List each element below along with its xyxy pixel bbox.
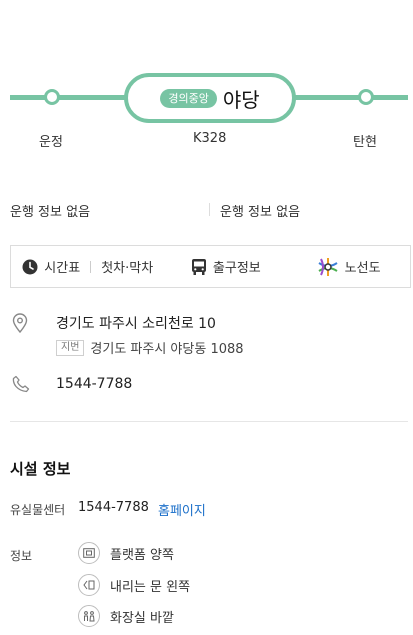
jibun-address-row: 지번 경기도 파주시 야당동 1088 <box>56 338 244 357</box>
operation-divider <box>209 203 210 216</box>
jibun-address: 경기도 파주시 야당동 1088 <box>90 342 244 357</box>
bus-icon <box>191 258 207 276</box>
restroom-icon <box>78 605 100 627</box>
info-label: 정보 <box>10 549 33 563</box>
operation-info-left: 운행 정보 없음 <box>10 205 91 220</box>
facility-item-restroom: 화장실 바깥 <box>78 605 174 627</box>
timetable-label: 시간표 <box>44 261 81 276</box>
station-name: 야당 <box>222 87 260 112</box>
facility-item-door: 내리는 문 왼쪽 <box>78 574 190 596</box>
next-station-label[interactable]: 탄현 <box>353 131 377 150</box>
operation-info: 운행 정보 없음 운행 정보 없음 <box>10 200 410 220</box>
exit-info-label: 출구정보 <box>212 261 261 276</box>
section-divider <box>10 421 408 422</box>
lost-found-label: 유실물센터 <box>10 503 66 517</box>
door-left-icon <box>78 574 100 596</box>
timetable-button[interactable]: 시간표 첫차·막차 <box>11 246 164 287</box>
prev-station-node[interactable] <box>44 89 60 105</box>
first-last-label[interactable]: 첫차·막차 <box>101 257 153 276</box>
facility-item-label: 내리는 문 왼쪽 <box>110 579 191 595</box>
road-address: 경기도 파주시 소리천로 10 <box>56 316 216 332</box>
facility-title: 시설 정보 <box>10 460 71 478</box>
facility-item-label: 화장실 바깥 <box>110 610 174 626</box>
line-track-left <box>10 95 130 100</box>
operation-info-right: 운행 정보 없음 <box>220 205 301 220</box>
next-station-node[interactable] <box>358 89 374 105</box>
line-badge: 경의중앙 <box>160 88 217 108</box>
phone-icon <box>12 375 30 397</box>
platform-icon <box>78 542 100 564</box>
prev-station-label[interactable]: 운정 <box>39 131 63 150</box>
facility-item-platform: 플랫폼 양쪽 <box>78 542 174 564</box>
station-actions: 시간표 첫차·막차 출구정보 노선도 <box>10 245 411 288</box>
exit-info-button[interactable]: 출구정보 <box>164 246 287 287</box>
line-diagram: 경의중앙 야당 운정 K328 탄현 <box>0 68 413 158</box>
clock-icon <box>22 259 38 275</box>
line-track-right <box>290 95 408 100</box>
homepage-link[interactable]: 홈페이지 <box>158 500 206 519</box>
current-station-pill: 경의중앙 야당 <box>124 73 296 123</box>
facility-item-label: 플랫폼 양쪽 <box>110 547 174 563</box>
route-map-icon <box>317 257 339 277</box>
jibun-badge: 지번 <box>56 339 85 356</box>
lost-found-phone[interactable]: 1544-7788 <box>78 500 149 515</box>
route-map-button[interactable]: 노선도 <box>287 246 410 287</box>
station-code: K328 <box>193 131 227 146</box>
map-pin-icon <box>11 313 29 337</box>
route-map-label: 노선도 <box>344 261 381 276</box>
station-phone[interactable]: 1544-7788 <box>56 376 132 392</box>
timetable-divider <box>90 260 92 273</box>
